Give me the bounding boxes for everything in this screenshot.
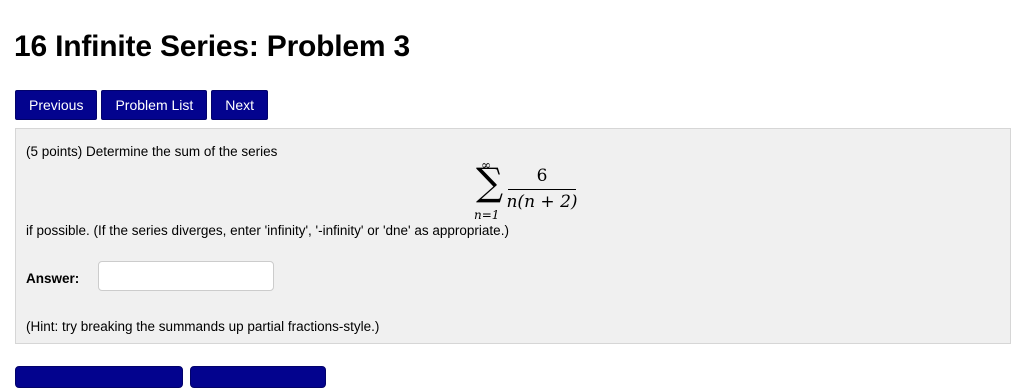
next-button[interactable]: Next — [211, 90, 269, 120]
series-lower-limit: n=1 — [474, 208, 500, 222]
series-denominator: n(n + 2) — [506, 192, 578, 212]
secondary-action-button[interactable] — [190, 366, 326, 388]
problem-navigation: Previous Problem List Next — [15, 90, 269, 120]
page-title: 16 Infinite Series: Problem 3 — [14, 30, 411, 63]
summation-symbol: ∑ — [476, 160, 504, 204]
series-numerator: 6 — [536, 166, 548, 186]
problem-list-button[interactable]: Problem List — [101, 90, 208, 120]
answer-label: Answer: — [26, 271, 80, 286]
fraction-bar — [508, 189, 576, 190]
series-expression: ∞ ∑ n=1 6 n(n + 2) — [466, 155, 606, 227]
submit-button[interactable] — [15, 366, 183, 388]
hint-text: (Hint: try breaking the summands up part… — [26, 319, 380, 334]
problem-panel: (5 points) Determine the sum of the seri… — [15, 128, 1011, 344]
previous-button[interactable]: Previous — [15, 90, 98, 120]
problem-instructions: if possible. (If the series diverges, en… — [26, 223, 509, 238]
answer-input[interactable] — [98, 261, 274, 291]
problem-intro: (5 points) Determine the sum of the seri… — [26, 144, 278, 159]
